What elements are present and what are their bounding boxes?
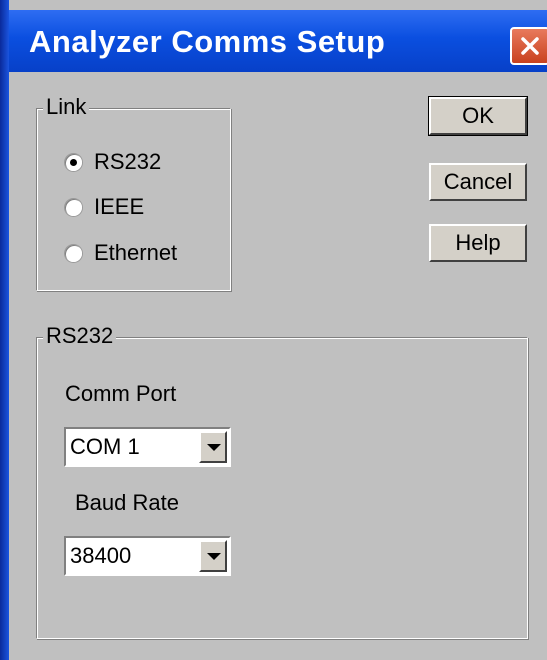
chevron-down-icon[interactable]: [199, 431, 227, 463]
radio-ieee[interactable]: IEEE: [65, 192, 144, 222]
radio-label-ieee: IEEE: [94, 194, 145, 219]
radio-rs232[interactable]: RS232: [65, 147, 161, 177]
radio-button-ieee[interactable]: [65, 198, 82, 216]
cancel-button[interactable]: Cancel: [429, 163, 527, 201]
close-icon: [521, 37, 539, 55]
dialog-body: Link RS232 IEEE Ethernet OK Cancel Help …: [9, 72, 547, 660]
close-button[interactable]: [510, 27, 547, 65]
radio-ethernet[interactable]: Ethernet: [65, 238, 177, 268]
comm-port-value: COM 1: [70, 434, 140, 459]
link-group-legend: Link: [43, 94, 90, 120]
radio-button-ethernet[interactable]: [65, 244, 82, 262]
comm-port-select[interactable]: COM 1: [64, 427, 231, 467]
window-title: Analyzer Comms Setup: [29, 24, 386, 59]
radio-button-rs232[interactable]: [65, 153, 82, 171]
title-bar[interactable]: Analyzer Comms Setup: [9, 10, 547, 72]
baud-rate-label: Baud Rate: [75, 490, 179, 515]
baud-rate-value: 38400: [70, 543, 132, 568]
ok-button[interactable]: OK: [428, 96, 528, 136]
rs232-group-legend: RS232: [43, 323, 117, 349]
radio-label-rs232: RS232: [94, 149, 162, 174]
baud-rate-select[interactable]: 38400: [64, 536, 231, 576]
dialog-window: Analyzer Comms Setup Link RS232 IEEE Eth…: [0, 0, 547, 660]
window-frame-edge: [0, 0, 9, 660]
comm-port-label: Comm Port: [65, 381, 177, 406]
help-button[interactable]: Help: [429, 224, 527, 262]
radio-label-ethernet: Ethernet: [94, 240, 178, 265]
chevron-down-icon[interactable]: [199, 540, 227, 572]
